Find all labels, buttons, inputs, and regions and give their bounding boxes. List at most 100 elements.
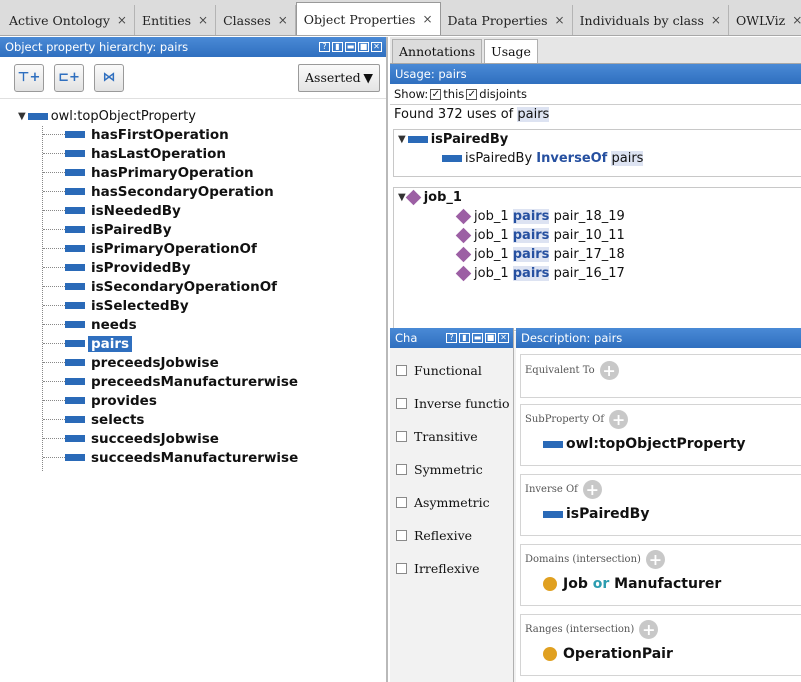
usage-row[interactable]: job_1 pairs pair_17_18	[394, 245, 801, 264]
usage-group-header[interactable]: ▼ job_1	[394, 188, 801, 207]
checkbox-icon	[396, 464, 407, 475]
tree-item-needs[interactable]: needs	[0, 315, 386, 334]
close-icon[interactable]: ×	[555, 13, 565, 27]
close-icon[interactable]: ×	[422, 12, 432, 26]
tree-connector	[43, 267, 65, 268]
object-property-icon	[65, 150, 85, 157]
tree-item-isneededby[interactable]: isNeededBy	[0, 201, 386, 220]
object-property-icon	[65, 340, 85, 347]
tree-connector	[43, 134, 65, 135]
tree-root-node[interactable]: ▼ owl:topObjectProperty	[0, 107, 386, 125]
add-icon[interactable]: +	[639, 619, 659, 639]
irreflexive-checkbox[interactable]: Irreflexive	[390, 552, 513, 585]
tree-item-succeedsmanufacturerwise[interactable]: succeedsManufacturerwise	[0, 448, 386, 467]
tree-item-provides[interactable]: provides	[0, 391, 386, 410]
section-title: Domains (intersection) +	[521, 545, 801, 573]
tree-item-label: isPairedBy	[91, 221, 172, 238]
tree-item-label: isSelectedBy	[91, 297, 189, 314]
tab-data-properties[interactable]: Data Properties ×	[441, 5, 573, 35]
checkbox-icon	[396, 398, 407, 409]
ranges-value[interactable]: OperationPair	[521, 643, 801, 665]
tree-item-haslastoperation[interactable]: hasLastOperation	[0, 144, 386, 163]
tree-item-ispairedby[interactable]: isPairedBy	[0, 220, 386, 239]
add-icon[interactable]: +	[582, 479, 602, 499]
tab-individuals-by-class[interactable]: Individuals by class ×	[573, 5, 729, 35]
tab-entities[interactable]: Entities ×	[135, 5, 217, 35]
object-property-icon	[65, 169, 85, 176]
maximize-icon[interactable]: ■	[358, 42, 369, 52]
asserted-dropdown[interactable]: Asserted ▼	[298, 63, 380, 92]
sync-icon[interactable]: ▮	[332, 42, 343, 52]
usage-row[interactable]: isPairedBy InverseOf pairs	[394, 149, 801, 168]
individual-icon	[405, 189, 421, 206]
tree-item-label: hasLastOperation	[91, 145, 226, 162]
close-icon[interactable]: ×	[278, 13, 288, 27]
inverse-functional-checkbox[interactable]: Inverse functio	[390, 387, 513, 420]
usage-object: pair_18_19	[553, 209, 625, 224]
tree-connector	[43, 343, 65, 344]
domains-value[interactable]: Job or Manufacturer	[521, 573, 801, 595]
tree-item-pairs[interactable]: pairs	[0, 334, 386, 353]
tree-item-isselectedby[interactable]: isSelectedBy	[0, 296, 386, 315]
add-icon[interactable]: +	[599, 360, 619, 380]
tree-item-preceedsmanufacturerwise[interactable]: preceedsManufacturerwise	[0, 372, 386, 391]
tree-item-hasfirstoperation[interactable]: hasFirstOperation	[0, 125, 386, 144]
checkbox-icon	[396, 365, 407, 376]
help-icon[interactable]: ?	[446, 333, 457, 343]
expand-triangle-icon[interactable]: ▼	[398, 134, 406, 145]
tab-active-ontology[interactable]: Active Ontology ×	[2, 5, 135, 35]
add-sibling-property-button[interactable]: ⊏+	[54, 63, 84, 92]
usage-group-header[interactable]: ▼ isPairedBy	[394, 130, 801, 149]
inverse-value[interactable]: isPairedBy	[521, 503, 801, 525]
usage-row[interactable]: job_1 pairs pair_18_19	[394, 207, 801, 226]
help-icon[interactable]: ?	[319, 42, 330, 52]
expand-triangle-icon[interactable]: ▼	[18, 111, 26, 122]
tab-usage[interactable]: Usage	[484, 39, 538, 63]
sync-icon[interactable]: ▮	[459, 333, 470, 343]
subproperty-value[interactable]: owl:topObjectProperty	[521, 433, 801, 455]
tree-item-hassecondaryoperation[interactable]: hasSecondaryOperation	[0, 182, 386, 201]
tab-classes[interactable]: Classes ×	[216, 5, 296, 35]
add-subproperty-button[interactable]: ⊤+	[14, 63, 44, 92]
symmetric-checkbox[interactable]: Symmetric	[390, 453, 513, 486]
close-icon[interactable]: ×	[198, 13, 208, 27]
close-icon[interactable]: ×	[792, 13, 801, 27]
tab-object-properties[interactable]: Object Properties ×	[295, 2, 441, 35]
close-icon[interactable]: ×	[117, 13, 127, 27]
functional-checkbox[interactable]: Functional	[390, 354, 513, 387]
usage-object: pair_10_11	[553, 228, 625, 243]
minimize-icon[interactable]: ▬	[472, 333, 483, 343]
close-icon[interactable]: ✕	[498, 333, 509, 343]
individual-icon	[455, 246, 472, 263]
show-disjoints-checkbox[interactable]: ✓	[466, 88, 478, 100]
add-icon[interactable]: +	[645, 549, 665, 569]
add-icon[interactable]: +	[609, 409, 629, 429]
object-property-icon	[65, 245, 85, 252]
expand-triangle-icon[interactable]: ▼	[398, 192, 406, 203]
usage-row[interactable]: job_1 pairs pair_16_17	[394, 264, 801, 283]
tree-connector	[43, 457, 65, 458]
reflexive-checkbox[interactable]: Reflexive	[390, 519, 513, 552]
tree-item-isprimaryoperationof[interactable]: isPrimaryOperationOf	[0, 239, 386, 258]
tree-item-selects[interactable]: selects	[0, 410, 386, 429]
tree-item-hasprimaryoperation[interactable]: hasPrimaryOperation	[0, 163, 386, 182]
close-icon[interactable]: ✕	[371, 42, 382, 52]
maximize-icon[interactable]: ■	[485, 333, 496, 343]
close-icon[interactable]: ×	[711, 13, 721, 27]
delete-property-button[interactable]: ⋈	[94, 63, 124, 92]
tab-owlviz[interactable]: OWLViz ×	[729, 5, 801, 35]
asymmetric-checkbox[interactable]: Asymmetric	[390, 486, 513, 519]
show-this-checkbox[interactable]: ✓	[430, 88, 442, 100]
characteristics-list: Functional Inverse functio Transitive Sy…	[390, 348, 513, 585]
char-label: Inverse functio	[414, 396, 510, 411]
equivalent-to-section: Equivalent To +	[520, 354, 801, 398]
minimize-icon[interactable]: ▬	[345, 42, 356, 52]
transitive-checkbox[interactable]: Transitive	[390, 420, 513, 453]
usage-row[interactable]: job_1 pairs pair_10_11	[394, 226, 801, 245]
tree-item-preceedsjobwise[interactable]: preceedsJobwise	[0, 353, 386, 372]
tree-item-succeedsjobwise[interactable]: succeedsJobwise	[0, 429, 386, 448]
tree-item-isprovidedby[interactable]: isProvidedBy	[0, 258, 386, 277]
tree-item-issecondaryoperationof[interactable]: isSecondaryOperationOf	[0, 277, 386, 296]
usage-keyword: InverseOf	[536, 151, 608, 166]
tab-annotations[interactable]: Annotations	[392, 39, 483, 63]
